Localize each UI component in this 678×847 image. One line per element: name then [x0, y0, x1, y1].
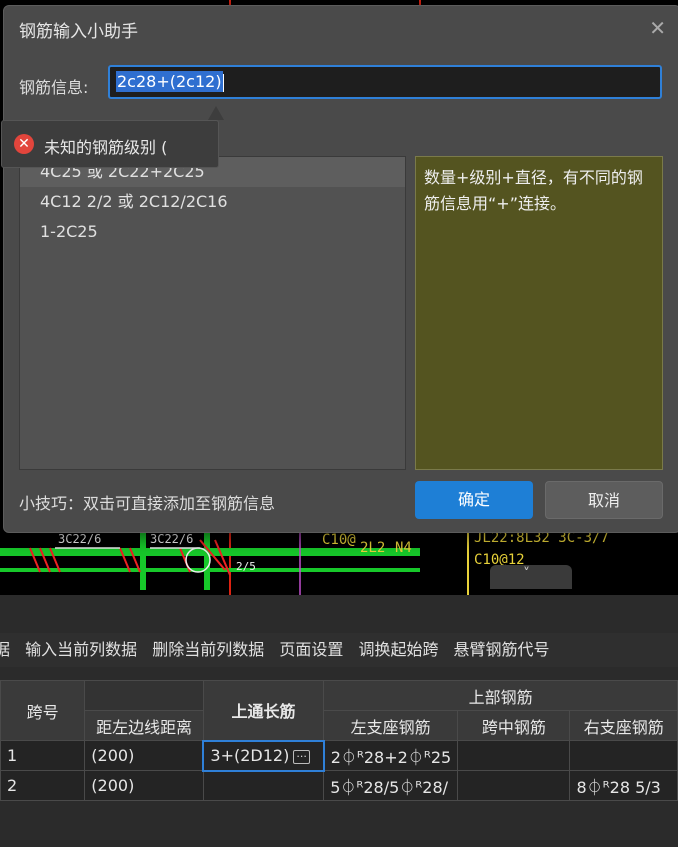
example-item[interactable]: 4C12 2/2 或 2C12/2C16 [20, 187, 405, 217]
rebar-input-dialog: 钢筋输入小助手 ✕ 钢筋信息: 2c28+(2c12) ✕ 未知的钢筋级别 ( … [1, 5, 678, 533]
cad-label: 2/5 [236, 560, 256, 573]
header-top-rebar: 上部钢筋 [323, 680, 678, 711]
ok-button[interactable]: 确定 [415, 481, 533, 519]
delete-column-button[interactable]: 删除当前列数据 [152, 633, 264, 667]
cad-label: 3C22/6 [150, 532, 194, 546]
cell-left-dist[interactable]: (200) [84, 740, 204, 771]
error-tooltip: ✕ 未知的钢筋级别 ( [1, 120, 219, 168]
header-top-long: 上通长筋 [202, 680, 325, 741]
chevron-down-icon: ˅ [523, 566, 530, 582]
cell-mid-span[interactable] [457, 770, 571, 801]
cell-right-support[interactable] [569, 740, 678, 771]
cell-left-support[interactable]: 2⏀ᴿ28+2⏀ᴿ25 [323, 740, 459, 771]
cad-label: 3C22/6 [58, 532, 102, 546]
example-item[interactable]: 1-2C25 [20, 217, 405, 247]
cell-right-support[interactable]: 8⏀ᴿ28 5/3 [569, 770, 678, 801]
panel-collapse-tab[interactable]: ˅ [490, 565, 572, 589]
text-caret [222, 73, 224, 92]
cell-span-no[interactable]: 2 [0, 770, 86, 801]
error-x-icon: ✕ [14, 134, 34, 154]
cell-top-long-value: 3+(2D12) [210, 746, 290, 765]
close-icon[interactable]: ✕ [649, 16, 666, 40]
cell-top-long[interactable] [202, 770, 325, 801]
example-list: 4C25 或 2C22+2C25 4C12 2/2 或 2C12/2C16 1-… [19, 156, 406, 470]
cell-top-long-editing[interactable]: 3+(2D12) ··· [202, 739, 325, 772]
header-blank [84, 680, 204, 711]
rebar-info-value: 2c28+(2c12) [116, 71, 223, 92]
cancel-button[interactable]: 取消 [545, 481, 663, 519]
input-column-button[interactable]: 输入当前列数据 [25, 633, 137, 667]
cell-span-no[interactable]: 1 [0, 740, 86, 771]
table-toolbar: 据 输入当前列数据 删除当前列数据 页面设置 调换起始跨 悬臂钢筋代号 [0, 633, 678, 667]
ellipsis-button[interactable]: ··· [293, 749, 310, 764]
dialog-title: 钢筋输入小助手 [19, 22, 138, 42]
header-mid-span: 跨中钢筋 [457, 710, 571, 741]
rebar-table: 跨号 上通长筋 上部钢筋 距左边线距离 左支座钢筋 跨中钢筋 右支座钢筋 1 (… [0, 680, 678, 801]
description-box: 数量+级别+直径，有不同的钢筋信息用“+”连接。 [415, 156, 663, 470]
cantilever-code-button[interactable]: 悬臂钢筋代号 [454, 633, 550, 667]
header-left-dist: 距左边线距离 [84, 710, 204, 741]
header-right-support: 右支座钢筋 [569, 710, 678, 741]
page-setup-button[interactable]: 页面设置 [279, 633, 343, 667]
cell-left-dist[interactable]: (200) [84, 770, 204, 801]
cad-label: C10@ [322, 532, 356, 548]
rebar-table-panel: 据 输入当前列数据 删除当前列数据 页面设置 调换起始跨 悬臂钢筋代号 跨号 上… [0, 595, 678, 847]
tip-text: 小技巧：双击可直接添加至钢筋信息 [19, 494, 276, 513]
table-row: 1 (200) 3+(2D12) ··· 2⏀ᴿ28+2⏀ᴿ25 [0, 739, 678, 772]
header-span-no: 跨号 [0, 680, 86, 741]
toolbar-item-truncated[interactable]: 据 [0, 633, 10, 667]
cad-label: 2L2 [360, 540, 386, 556]
cell-left-support[interactable]: 5⏀ᴿ28/5⏀ᴿ28/ [323, 770, 459, 801]
header-left-support: 左支座钢筋 [323, 710, 459, 741]
cad-label: N4 [395, 540, 412, 556]
rebar-info-input[interactable]: 2c28+(2c12) [108, 65, 662, 99]
table-row: 2 (200) 5⏀ᴿ28/5⏀ᴿ28/ 8⏀ᴿ28 5/3 [0, 770, 678, 801]
swap-start-span-button[interactable]: 调换起始跨 [358, 633, 438, 667]
cell-mid-span[interactable] [457, 740, 571, 771]
rebar-info-label: 钢筋信息: [19, 78, 89, 97]
error-message: 未知的钢筋级别 ( [44, 138, 168, 157]
